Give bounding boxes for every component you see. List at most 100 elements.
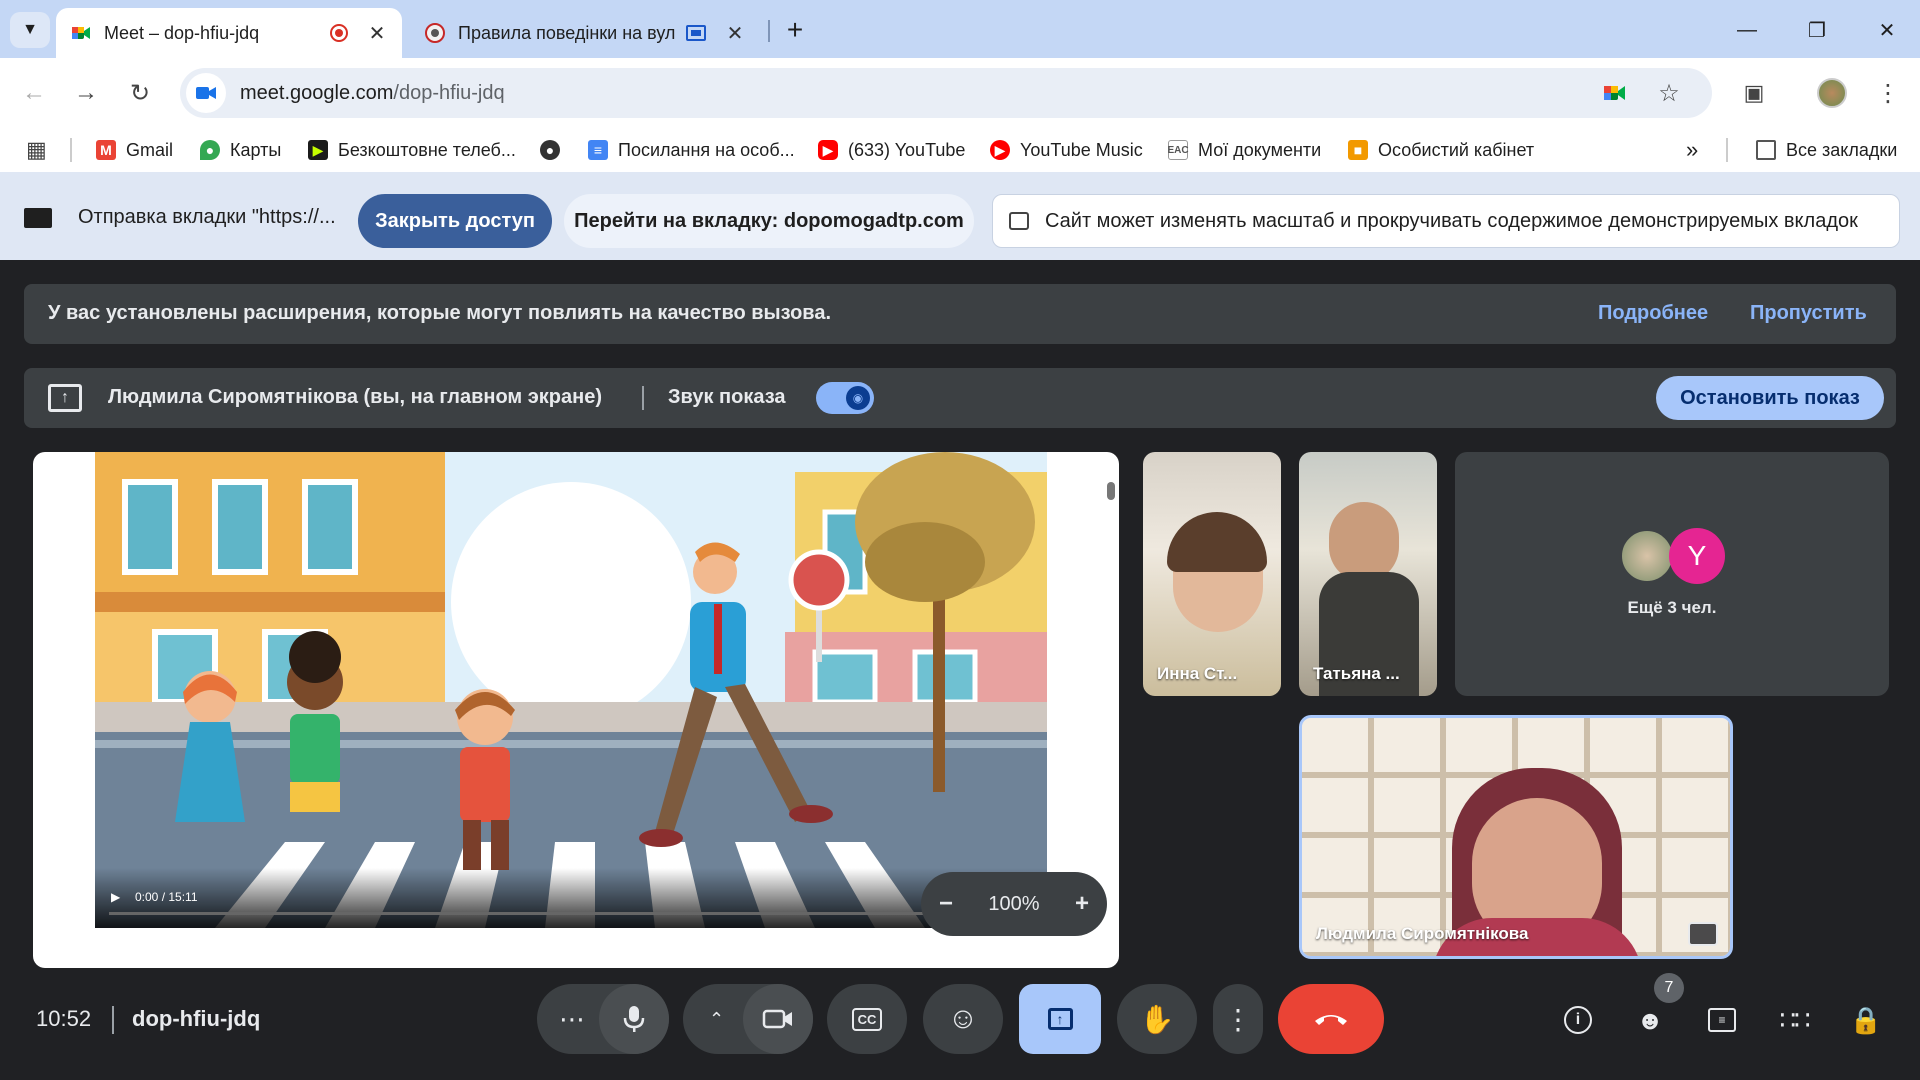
meeting-details-icon[interactable]: i (1558, 1002, 1598, 1038)
microphone-icon (623, 1006, 645, 1032)
close-window-icon[interactable]: ✕ (1862, 12, 1912, 48)
audio-options-icon[interactable]: ⋯ (559, 1004, 585, 1035)
minimize-window-icon[interactable]: — (1722, 12, 1772, 48)
zoom-in-icon[interactable]: + (1075, 890, 1089, 918)
address-bar[interactable]: meet.google.com/dop-hfiu-jdq ☆ (180, 68, 1712, 118)
tab-meet[interactable]: Meet – dop-hfiu-jdq ✕ (56, 8, 402, 58)
close-tab-icon[interactable]: ✕ (366, 21, 388, 46)
extensions-icon[interactable]: ▣ (1736, 75, 1772, 111)
tab-scroll-icon (1009, 212, 1029, 230)
camera-icon (762, 1009, 792, 1029)
tv-icon: ▶ (308, 140, 328, 160)
bookmark-globe[interactable]: ● (540, 136, 570, 164)
bookmarks-divider (1726, 138, 1728, 162)
video-options-icon[interactable]: ⌃ (709, 1009, 724, 1030)
bookmark-maps[interactable]: ● Карты (200, 136, 281, 164)
presentation-audio-toggle[interactable]: ◉ (816, 382, 874, 414)
more-options-button[interactable]: ⋮ (1213, 984, 1263, 1054)
presentation-audio-label: Звук показа (668, 386, 786, 408)
more-vert-icon: ⋮ (1224, 1003, 1252, 1035)
bookmark-label: Карты (230, 139, 282, 160)
sharing-tab-icon (686, 25, 706, 41)
tab-rules[interactable]: Правила поведінки на вул ✕ (410, 8, 760, 58)
bookmark-label: Мої документи (1198, 139, 1322, 160)
chrome-menu-icon[interactable]: ⋮ (1870, 75, 1906, 111)
bookmark-label: YouTube Music (1020, 139, 1143, 160)
bookmark-cabinet[interactable]: ■ Особистий кабінет (1348, 136, 1534, 164)
bookmark-star-icon[interactable]: ☆ (1652, 76, 1686, 110)
camera-button[interactable] (743, 984, 813, 1054)
people-icon[interactable]: ☻ (1630, 1002, 1670, 1038)
tab-search-button[interactable]: ▼ (10, 12, 50, 48)
microphone-button[interactable] (599, 984, 669, 1054)
bookmarks-overflow-icon[interactable]: » (1686, 136, 1698, 164)
meeting-code: dop-hfiu-jdq (132, 1006, 261, 1031)
hang-up-icon (1315, 1015, 1347, 1025)
video-controls[interactable]: ▶ 0:00 / 15:11 (95, 868, 1047, 928)
bookmark-youtube-music[interactable]: ▶ YouTube Music (990, 136, 1143, 164)
stop-sharing-button[interactable]: Закрыть доступ (358, 194, 552, 248)
forward-icon[interactable]: → (68, 75, 104, 111)
stop-presenting-button[interactable]: Остановить показ (1656, 376, 1884, 420)
page-scrollbar[interactable] (1107, 482, 1115, 500)
captions-button[interactable]: CC (827, 984, 907, 1054)
picture-in-picture-icon[interactable] (1688, 922, 1718, 946)
recording-icon (330, 24, 348, 42)
participant-tile[interactable]: Инна Ст... (1143, 452, 1281, 696)
apps-grid-icon[interactable]: ▦ (26, 136, 47, 164)
bookmark-gmail[interactable]: M Gmail (96, 136, 173, 164)
globe-icon: ● (540, 140, 560, 160)
skip-link[interactable]: Пропустить (1750, 302, 1867, 325)
new-tab-button[interactable]: + (780, 12, 810, 48)
volume-icon: ◉ (846, 386, 870, 410)
more-participants-tile[interactable]: Y Ещё 3 чел. (1455, 452, 1889, 696)
bookmark-tv[interactable]: ▶ Безкоштовне телеб... (308, 136, 516, 164)
tab-strip: ▼ Meet – dop-hfiu-jdq ✕ Правила поведінк… (0, 0, 1920, 58)
present-screen-icon: ↑ (48, 384, 82, 412)
bookmark-label: (633) YouTube (848, 139, 966, 160)
self-view-tile[interactable]: Людмила Сиромятнікова (1299, 715, 1733, 959)
leave-call-button[interactable] (1278, 984, 1384, 1054)
participant-video-hair (1167, 512, 1267, 572)
go-to-tab-button[interactable]: Перейти на вкладку: dopomogadtp.com (564, 194, 974, 248)
zoom-out-icon[interactable]: − (939, 890, 953, 918)
site-info-button[interactable] (186, 73, 226, 113)
url-text: meet.google.com/dop-hfiu-jdq (240, 82, 505, 105)
host-controls-lock-icon[interactable]: 🔒 (1846, 1002, 1886, 1038)
chat-icon[interactable]: ≡ (1702, 1002, 1742, 1038)
audio-settings-group: ⋯ (537, 984, 669, 1054)
youtube-icon: ▶ (818, 140, 838, 160)
youtube-music-icon: ▶ (990, 140, 1010, 160)
reactions-button[interactable]: ☺ (923, 984, 1003, 1054)
docs-icon: ≡ (588, 140, 608, 160)
extensions-warning-text: У вас установлены расширения, которые мо… (48, 302, 831, 324)
restore-window-icon[interactable]: ❐ (1792, 12, 1842, 48)
participant-avatar: Y (1669, 528, 1725, 584)
sharing-status-text: Отправка вкладки "https://... (78, 206, 336, 228)
bookmark-youtube[interactable]: ▶ (633) YouTube (818, 136, 965, 164)
play-icon[interactable]: ▶ (111, 890, 120, 904)
learn-more-link[interactable]: Подробнее (1598, 302, 1708, 325)
raise-hand-button[interactable]: ✋ (1117, 984, 1197, 1054)
back-icon[interactable]: ← (16, 75, 52, 111)
bookmark-docs[interactable]: ≡ Посилання на особ... (588, 136, 795, 164)
activities-grid-icon[interactable]: ∷∷ (1774, 1002, 1814, 1038)
bookmark-documents[interactable]: EAC Мої документи (1167, 136, 1322, 164)
url-path: /dop-hfiu-jdq (393, 81, 505, 104)
meeting-clock: 10:52 (36, 1006, 92, 1031)
gmail-icon: M (96, 140, 116, 160)
all-bookmarks-button[interactable]: Все закладки (1756, 136, 1897, 164)
participant-tile[interactable]: Татьяна ... (1299, 452, 1437, 696)
present-now-button[interactable]: ↑ (1019, 984, 1101, 1054)
hand-icon: ✋ (1139, 1003, 1175, 1035)
zoom-level: 100% (988, 892, 1040, 915)
reload-icon[interactable]: ↻ (122, 75, 158, 111)
close-tab-icon[interactable]: ✕ (724, 21, 746, 46)
shared-screen[interactable]: ▶ 0:00 / 15:11 − 100% + (33, 452, 1119, 968)
browser-toolbar: ← → ↻ meet.google.com/dop-hfiu-jdq ☆ ▣ ⋮ (0, 58, 1920, 128)
profile-avatar[interactable] (1814, 75, 1850, 111)
video-progress-bar[interactable] (109, 912, 1029, 915)
participant-name: Татьяна ... (1313, 664, 1400, 683)
documents-icon: EAC (1167, 140, 1189, 160)
google-meet-app-icon[interactable] (1598, 76, 1632, 110)
